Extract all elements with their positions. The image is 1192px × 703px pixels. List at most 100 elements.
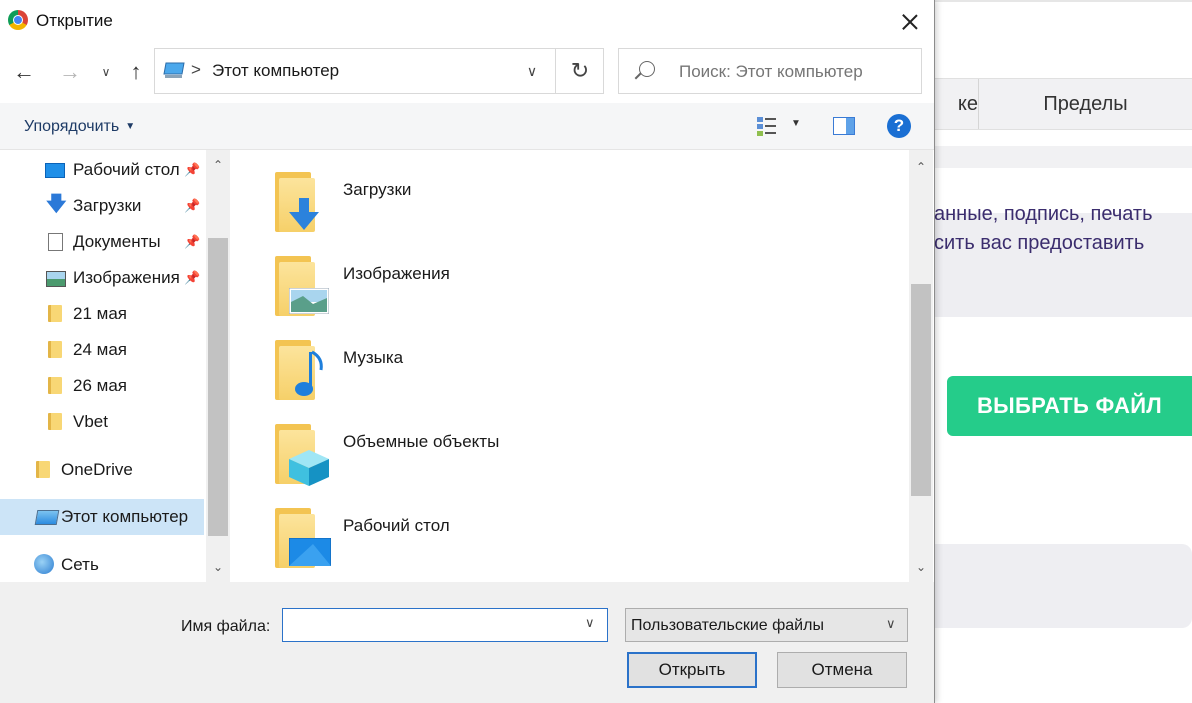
title-bar: Открытие: [0, 0, 934, 44]
nav-item-documents[interactable]: Документы 📌: [0, 224, 204, 260]
close-button[interactable]: [892, 4, 928, 40]
change-view-icon[interactable]: [756, 115, 778, 137]
dialog-title: Открытие: [36, 11, 113, 30]
search-input[interactable]: [679, 62, 909, 82]
pictures-icon: [46, 271, 66, 287]
folder-icon: [36, 461, 50, 478]
download-icon: 🡇: [46, 193, 67, 215]
nav-item-desktop[interactable]: Рабочий стол 📌: [0, 152, 204, 188]
computer-icon: [34, 510, 60, 525]
filename-history-chevron-icon[interactable]: ∨: [585, 615, 595, 631]
list-item[interactable]: Музыка: [231, 332, 891, 408]
breadcrumb-location[interactable]: Этот компьютер: [212, 61, 339, 81]
nav-item-label: Сеть: [61, 555, 99, 574]
nav-item-folder-21-may[interactable]: 21 мая: [0, 296, 204, 332]
chrome-icon: [8, 10, 28, 30]
nav-item-onedrive[interactable]: OneDrive: [0, 452, 204, 488]
nav-item-folder-vbet[interactable]: Vbet: [0, 404, 204, 440]
list-item-label: Загрузки: [343, 180, 412, 199]
content-scrollbar[interactable]: ⌃ ⌄: [909, 150, 933, 582]
background-card-2: [934, 544, 1192, 628]
list-item[interactable]: Объемные объекты: [231, 416, 891, 492]
open-button[interactable]: Открыть: [627, 652, 757, 688]
pin-icon[interactable]: 📌: [184, 162, 200, 178]
nav-item-label: Vbet: [73, 412, 108, 431]
content-pane: Загрузки Изображения Музыка Объемные объ…: [231, 150, 909, 582]
desktop-folder-icon: [275, 508, 331, 568]
search-box[interactable]: [618, 48, 922, 94]
file-open-dialog: Открытие ← → ∨ ↑ > Этот компьютер ∨ ↻ Уп…: [0, 0, 935, 703]
folder-icon: [48, 305, 62, 322]
nav-item-this-pc[interactable]: Этот компьютер: [0, 499, 204, 535]
document-icon: [48, 233, 63, 251]
list-item-label: Объемные объекты: [343, 432, 500, 451]
nav-item-folder-26-may[interactable]: 26 мая: [0, 368, 204, 404]
list-item[interactable]: Изображения: [231, 248, 891, 324]
address-dropdown-chevron-icon[interactable]: ∨: [521, 59, 543, 83]
filename-input[interactable]: [289, 615, 569, 635]
nav-item-downloads[interactable]: 🡇 Загрузки 📌: [0, 188, 204, 224]
preview-pane-icon[interactable]: [833, 117, 855, 135]
address-bar[interactable]: > Этот компьютер ∨ ↻: [154, 48, 604, 94]
list-item[interactable]: Рабочий стол: [231, 500, 891, 576]
nav-item-label: Документы: [73, 232, 161, 251]
recent-locations-chevron-icon[interactable]: ∨: [92, 58, 120, 86]
caret-down-icon: ▼: [125, 121, 136, 132]
desktop-icon: [45, 163, 65, 178]
list-item[interactable]: Загрузки: [231, 164, 891, 240]
nav-item-label: 24 мая: [73, 340, 127, 359]
network-icon: [34, 554, 54, 574]
music-folder-icon: [275, 340, 323, 400]
filetype-select[interactable]: Пользовательские файлы ∨: [625, 608, 908, 642]
nav-item-label: Этот компьютер: [61, 507, 189, 526]
nav-item-network[interactable]: Сеть: [0, 547, 204, 582]
nav-item-label: Изображения: [73, 268, 180, 287]
cancel-button[interactable]: Отмена: [777, 652, 907, 688]
tab-limits[interactable]: Пределы: [979, 79, 1192, 129]
scroll-up-chevron-icon[interactable]: ⌃: [206, 156, 230, 174]
choose-file-button[interactable]: ВЫБРАТЬ ФАЙЛ: [947, 376, 1192, 436]
breadcrumb-separator: >: [191, 60, 201, 79]
pin-icon[interactable]: 📌: [184, 234, 200, 250]
up-arrow-icon[interactable]: ↑: [122, 58, 150, 86]
scroll-down-chevron-icon[interactable]: ⌄: [206, 558, 230, 576]
pin-icon[interactable]: 📌: [184, 198, 200, 214]
organize-button[interactable]: Упорядочить ▼: [24, 118, 135, 136]
background-card: [934, 213, 1192, 317]
background-text-line1: анные, подпись, печать: [934, 203, 1153, 225]
background-tabs: ке Пределы: [934, 78, 1192, 130]
background-strip: [934, 146, 1192, 168]
pictures-folder-icon: [275, 256, 329, 316]
background-text-line2: сить вас предоставить: [934, 232, 1145, 254]
folder-icon: [48, 377, 62, 394]
forward-arrow-icon[interactable]: →: [56, 58, 84, 86]
pin-icon[interactable]: 📌: [184, 270, 200, 286]
scroll-up-chevron-icon[interactable]: ⌃: [909, 158, 933, 176]
nav-pane-scrollbar[interactable]: ⌃ ⌄: [206, 150, 230, 582]
nav-pane-scroll-thumb[interactable]: [208, 238, 228, 536]
search-icon: [639, 61, 655, 77]
3d-objects-folder-icon: [275, 424, 329, 486]
scroll-down-chevron-icon[interactable]: ⌄: [909, 558, 933, 576]
filename-field[interactable]: ∨: [282, 608, 608, 642]
nav-item-label: Загрузки: [73, 196, 142, 215]
refresh-icon[interactable]: ↻: [555, 49, 604, 93]
downloads-folder-icon: [275, 172, 319, 232]
toolbar: Упорядочить ▼ ▼ ?: [0, 103, 934, 150]
nav-item-label: 26 мая: [73, 376, 127, 395]
folder-icon: [48, 413, 62, 430]
folder-icon: [48, 341, 62, 358]
back-arrow-icon[interactable]: ←: [10, 58, 38, 86]
view-options-caret-icon[interactable]: ▼: [791, 118, 801, 129]
list-item-label: Изображения: [343, 264, 450, 283]
nav-item-folder-24-may[interactable]: 24 мая: [0, 332, 204, 368]
filetype-selected-value: Пользовательские файлы: [631, 617, 824, 634]
content-scroll-thumb[interactable]: [911, 284, 931, 496]
navigation-pane: Рабочий стол 📌 🡇 Загрузки 📌 Документы 📌 …: [0, 150, 230, 582]
list-item-label: Рабочий стол: [343, 516, 450, 535]
filetype-chevron-icon: ∨: [886, 616, 896, 631]
list-item-label: Музыка: [343, 348, 404, 367]
filename-label: Имя файла:: [181, 618, 271, 635]
nav-item-pictures[interactable]: Изображения 📌: [0, 260, 204, 296]
help-icon[interactable]: ?: [887, 114, 911, 138]
